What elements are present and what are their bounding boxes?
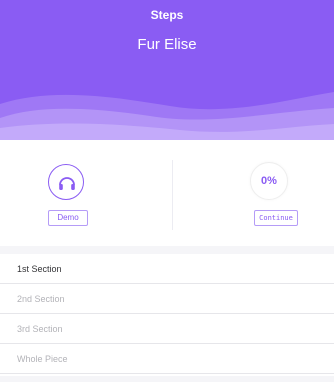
section-gap bbox=[0, 246, 334, 254]
section-item-whole-piece[interactable]: Whole Piece bbox=[0, 344, 334, 374]
section-item-3rd[interactable]: 3rd Section bbox=[0, 314, 334, 344]
demo-play-button[interactable] bbox=[48, 164, 84, 200]
song-title: Fur Elise bbox=[137, 36, 197, 53]
continue-button[interactable]: Continue bbox=[254, 210, 298, 226]
header-banner: Steps Fur Elise bbox=[0, 0, 334, 140]
divider bbox=[172, 160, 173, 230]
section-item-2nd[interactable]: 2nd Section bbox=[0, 284, 334, 314]
demo-button[interactable]: Demo bbox=[48, 210, 88, 226]
page-title: Steps bbox=[150, 8, 184, 22]
headphones-icon bbox=[59, 177, 75, 190]
section-list: 1st Section 2nd Section 3rd Section Whol… bbox=[0, 254, 334, 374]
progress-indicator: 0% bbox=[250, 162, 288, 200]
section-item-1st[interactable]: 1st Section bbox=[0, 254, 334, 284]
bottom-spacer bbox=[0, 376, 334, 382]
action-panel: Demo 0% Continue bbox=[0, 140, 334, 246]
